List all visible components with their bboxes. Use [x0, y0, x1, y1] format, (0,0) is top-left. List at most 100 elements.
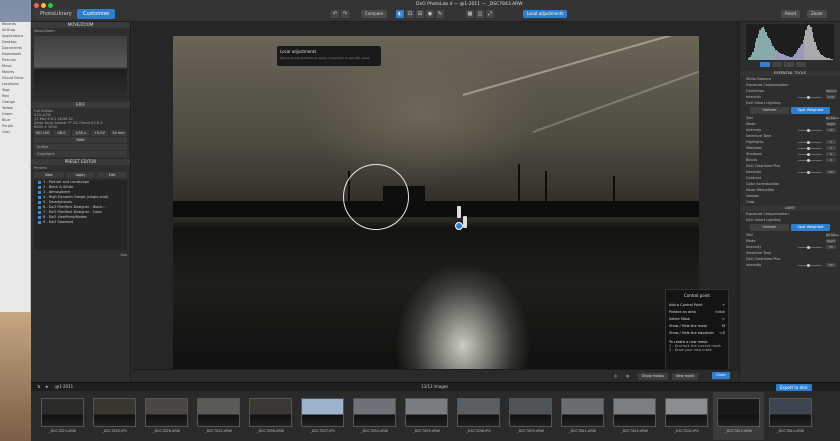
zoom-window-icon[interactable] [48, 3, 53, 8]
navigator-thumbnail[interactable] [34, 36, 127, 100]
brush-icon[interactable]: ◍ [622, 373, 633, 380]
filmstrip-item[interactable]: _DSC7843.ARW [713, 392, 764, 440]
tool-row[interactable]: Intensity 50 [740, 262, 840, 268]
tool-value[interactable]: Slight [826, 122, 836, 126]
filmstrip-thumbnail[interactable] [457, 398, 500, 427]
tool-value[interactable]: 0 [826, 140, 836, 144]
tool-value[interactable]: 50 [826, 263, 836, 267]
image-viewer[interactable]: Local adjustments Use local adjustments … [132, 22, 739, 391]
preset-footer[interactable]: Sep [31, 252, 130, 258]
tab-photolibrary[interactable]: PhotoLibrary [34, 9, 78, 19]
author-field[interactable]: Author [34, 144, 127, 150]
cp-slider[interactable] [457, 206, 461, 218]
filmstrip-thumbnail[interactable] [665, 398, 708, 427]
show-masks-button[interactable]: Show masks [638, 373, 668, 380]
green-channel-icon[interactable] [784, 62, 794, 67]
tool-value[interactable]: 25 [826, 128, 836, 132]
move-zoom-option[interactable]: Move/Zoom [31, 28, 130, 34]
filmstrip-item[interactable]: _DSC7828.ARW [141, 392, 192, 440]
slider-track[interactable] [798, 142, 822, 143]
sort-icon[interactable]: ⇅ [37, 384, 40, 389]
filmstrip-thumbnail[interactable] [405, 398, 448, 427]
filmstrip-item[interactable]: _DSC7838.JPG [453, 392, 504, 440]
tool-value[interactable]: 0 [826, 152, 836, 156]
cp-menu-item[interactable]: Select Mask ⌥ [669, 316, 725, 323]
tool-value[interactable]: No faces detected [826, 116, 840, 120]
slider-knob[interactable] [807, 245, 810, 249]
uniform-toggle[interactable]: Uniform [750, 107, 789, 114]
blue-channel-icon[interactable] [796, 62, 806, 67]
filmstrip-thumbnail[interactable] [717, 398, 760, 427]
tool-value[interactable]: 25 [826, 245, 836, 249]
minimize-window-icon[interactable] [41, 3, 46, 8]
uniform-toggle[interactable]: Uniform [750, 224, 789, 231]
filmstrip-thumbnail[interactable] [353, 398, 396, 427]
undo-icon[interactable]: ↶ [331, 10, 339, 18]
filmstrip-thumbnail[interactable] [509, 398, 552, 427]
tool-value[interactable]: No faces detected [826, 233, 840, 237]
slider-knob[interactable] [807, 128, 810, 132]
compare-button[interactable]: Compare [361, 10, 388, 18]
crop-icon[interactable]: ⊡ [406, 10, 414, 18]
zoom-button[interactable]: Zoom [807, 10, 827, 18]
cp-slider[interactable] [463, 216, 467, 228]
mask-icon[interactable]: ◎ [610, 373, 621, 380]
slider-knob[interactable] [807, 146, 810, 150]
slider-track[interactable] [798, 172, 822, 173]
cp-menu-item[interactable]: Add a Control Point + [669, 302, 725, 309]
filmstrip-item[interactable]: _DSC7840.ARW [609, 392, 660, 440]
filmstrip-item[interactable]: _DSC7823.ARW [37, 392, 88, 440]
filmstrip-thumbnail[interactable] [613, 398, 656, 427]
close-window-icon[interactable] [34, 3, 39, 8]
redo-icon[interactable]: ↷ [341, 10, 349, 18]
white-balance-icon[interactable]: ◐ [396, 10, 404, 18]
filmstrip-thumbnail[interactable] [561, 398, 604, 427]
preset-apply-tab[interactable]: Apply [65, 172, 96, 178]
slider-track[interactable] [798, 160, 822, 161]
tab-customize[interactable]: Customize [77, 9, 116, 19]
slider-knob[interactable] [807, 170, 810, 174]
finder-item[interactable]: Gray [0, 130, 30, 136]
control-point-circle[interactable] [343, 164, 409, 230]
tool-value[interactable]: Slight [826, 239, 836, 243]
filmstrip-item[interactable]: _DSC7839.ARW [505, 392, 556, 440]
filmstrip-thumbnail[interactable] [769, 398, 812, 427]
filter-icon[interactable]: ★ [45, 384, 49, 389]
tool-value[interactable]: 50 [826, 170, 836, 174]
preset-new-tab[interactable]: New [34, 172, 64, 178]
tool-row[interactable]: DxO Smart Lighting [740, 100, 840, 106]
filmstrip-item[interactable]: _DSC7834.ARW [349, 392, 400, 440]
copyright-field[interactable]: Copyright [34, 151, 127, 157]
repair-icon[interactable]: ✎ [436, 10, 444, 18]
tool-row[interactable]: Crop [740, 199, 840, 205]
filmstrip-thumbnail[interactable] [41, 398, 84, 427]
split-icon[interactable]: ◫ [476, 10, 484, 18]
slider-track[interactable] [798, 130, 822, 131]
filmstrip-item[interactable]: _DSC7836.ARW [245, 392, 296, 440]
slider-knob[interactable] [807, 263, 810, 267]
grid-icon[interactable]: ▦ [466, 10, 474, 18]
spot-weighted-toggle[interactable]: Spot Weighted [791, 224, 830, 231]
local-adjustments-button[interactable]: Local adjustments [523, 10, 568, 18]
filmstrip-item[interactable]: _DSC7844.ARW [765, 392, 816, 440]
filmstrip-thumbnail[interactable] [301, 398, 344, 427]
filmstrip-thumbnail[interactable] [197, 398, 240, 427]
move-zoom-header[interactable]: MOVE/ZOOM [31, 22, 130, 28]
export-to-disk-button[interactable]: Export to disk [776, 384, 812, 391]
spot-weighted-toggle[interactable]: Spot Weighted [791, 107, 830, 114]
slider-track[interactable] [798, 154, 822, 155]
tool-value[interactable]: 0.00 [826, 95, 836, 99]
slider-track[interactable] [798, 265, 822, 266]
slider-knob[interactable] [807, 140, 810, 144]
filmstrip-thumbnail[interactable] [249, 398, 292, 427]
tool-value[interactable]: Manual [826, 89, 837, 93]
filmstrip-thumbnail[interactable] [145, 398, 188, 427]
rgb-channel-icon[interactable] [760, 62, 770, 67]
preset-editor-header[interactable]: PRESET EDITOR [31, 159, 130, 165]
preset-edit-tab[interactable]: Edit [97, 172, 128, 178]
tool-value[interactable]: 0 [826, 146, 836, 150]
photo-canvas[interactable] [173, 36, 699, 391]
cp-menu-item[interactable]: Show / Hide the equalizer ⌥E [669, 330, 725, 337]
redeye-icon[interactable]: ◉ [426, 10, 434, 18]
tool-value[interactable]: 0 [826, 158, 836, 162]
